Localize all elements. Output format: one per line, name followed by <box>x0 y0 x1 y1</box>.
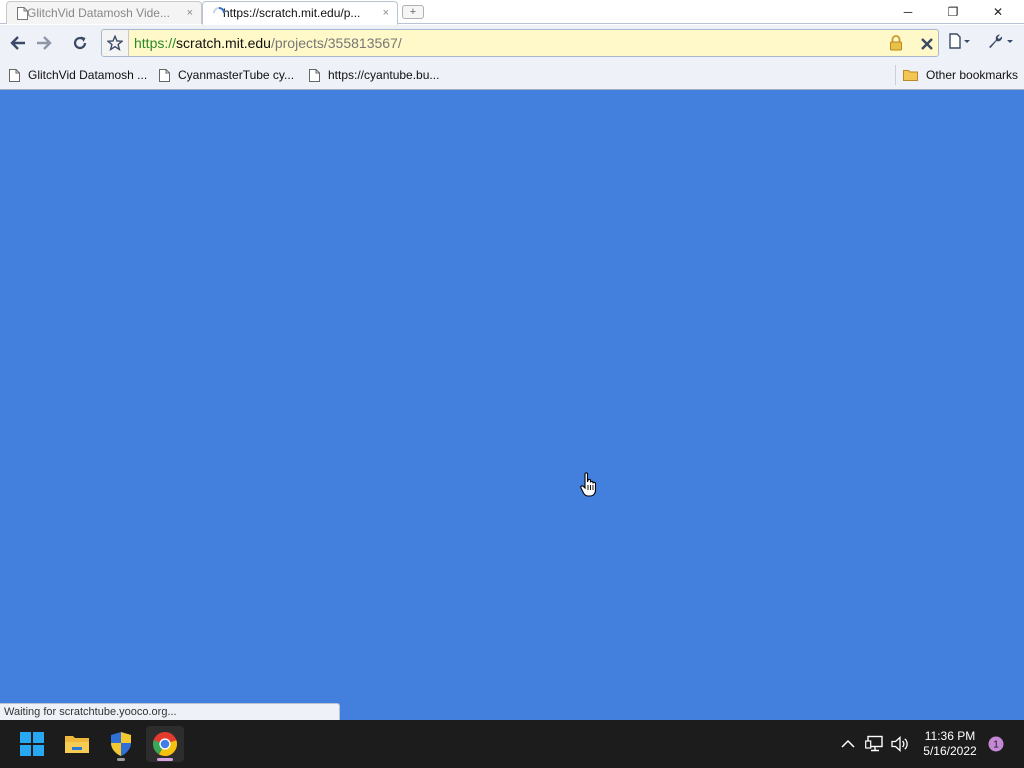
network-icon <box>865 735 883 752</box>
maximize-button[interactable]: ❐ <box>931 0 975 24</box>
bookmark-item[interactable]: CyanmasterTube cy... <box>159 68 294 82</box>
bookmark-label: CyanmasterTube cy... <box>178 68 295 82</box>
tab-title: GlitchVid Datamosh Vide... <box>27 6 170 20</box>
arrow-left-icon <box>10 36 25 50</box>
close-window-button[interactable]: ✕ <box>976 0 1020 24</box>
stop-button[interactable] <box>917 34 937 57</box>
tab-title: https://scratch.mit.edu/p... <box>223 6 361 20</box>
running-indicator <box>117 758 125 761</box>
chrome-icon <box>153 732 177 756</box>
speaker-icon <box>891 736 908 752</box>
stop-icon <box>921 38 933 50</box>
url-text[interactable]: https://scratch.mit.edu/projects/3558135… <box>134 35 402 51</box>
notification-badge[interactable]: 1 <box>988 736 1004 752</box>
bookmark-star-button[interactable] <box>102 30 129 56</box>
minimize-button[interactable]: ─ <box>886 0 930 24</box>
network-button[interactable] <box>864 733 886 755</box>
clock-date: 5/16/2022 <box>923 744 977 758</box>
folder-icon <box>903 70 918 81</box>
url-path: /projects/355813567/ <box>270 35 402 51</box>
star-icon <box>107 35 123 51</box>
other-bookmarks-label: Other bookmarks <box>926 68 1019 82</box>
omnibox[interactable]: https://scratch.mit.edu/projects/3558135… <box>101 29 939 57</box>
tab-glitchvid[interactable]: GlitchVid Datamosh Vide... × <box>6 1 202 24</box>
clock-time: 11:36 PM <box>924 729 976 743</box>
file-explorer-button[interactable] <box>58 726 96 762</box>
reload-icon <box>73 36 87 50</box>
tab-close-button[interactable]: × <box>383 7 389 19</box>
volume-button[interactable] <box>889 733 911 755</box>
bookmarks-separator <box>895 65 896 85</box>
security-app-button[interactable] <box>102 726 140 762</box>
security-shield-icon <box>111 732 131 756</box>
forward-button[interactable] <box>31 30 57 56</box>
loading-spinner-icon <box>213 7 225 22</box>
reload-button[interactable] <box>67 30 93 56</box>
running-indicator <box>157 758 173 761</box>
status-bar: Waiting for scratchtube.yooco.org... <box>0 703 340 720</box>
back-button[interactable] <box>5 30 31 56</box>
chevron-up-icon <box>841 739 855 748</box>
tab-close-button[interactable]: × <box>187 7 193 19</box>
url-host: scratch.mit.edu <box>176 35 271 51</box>
bookmark-label: GlitchVid Datamosh ... <box>28 68 148 82</box>
start-button[interactable] <box>13 726 51 762</box>
hand-cursor-icon <box>580 472 597 497</box>
wrench-menu-button[interactable] <box>986 33 1016 52</box>
file-explorer-icon <box>65 736 89 753</box>
bookmark-label: https://cyantube.bu... <box>328 68 440 82</box>
page-icon <box>159 68 170 82</box>
bookmarks-bar: GlitchVid Datamosh ... CyanmasterTube cy… <box>0 61 1024 90</box>
page-icon <box>309 68 320 82</box>
page-menu-button[interactable] <box>947 33 973 52</box>
page-icon <box>17 7 28 23</box>
taskbar: 11:36 PM 5/16/2022 <box>0 720 1024 768</box>
page-icon <box>9 68 20 82</box>
lock-icon[interactable] <box>889 35 903 54</box>
url-scheme: https:// <box>134 35 177 51</box>
chrome-taskbar-button[interactable] <box>146 726 184 762</box>
arrow-right-icon <box>37 36 52 50</box>
windows-start-icon <box>20 732 44 756</box>
wrench-icon <box>989 34 1013 48</box>
page-content[interactable] <box>0 90 1024 720</box>
bookmark-item[interactable]: GlitchVid Datamosh ... <box>9 68 147 82</box>
new-tab-button[interactable]: + <box>402 5 424 19</box>
other-bookmarks-button[interactable]: Other bookmarks <box>903 68 1018 82</box>
show-hidden-icons-button[interactable] <box>839 733 857 755</box>
bookmark-item[interactable]: https://cyantube.bu... <box>309 68 439 82</box>
notification-count: 1 <box>993 740 999 751</box>
taskbar-clock[interactable]: 11:36 PM 5/16/2022 <box>914 729 986 759</box>
page-icon <box>949 33 970 49</box>
tab-strip: GlitchVid Datamosh Vide... × https://scr… <box>0 0 1024 25</box>
browser-toolbar: https://scratch.mit.edu/projects/3558135… <box>0 25 1024 61</box>
tab-scratch[interactable]: https://scratch.mit.edu/p... × <box>202 1 398 25</box>
